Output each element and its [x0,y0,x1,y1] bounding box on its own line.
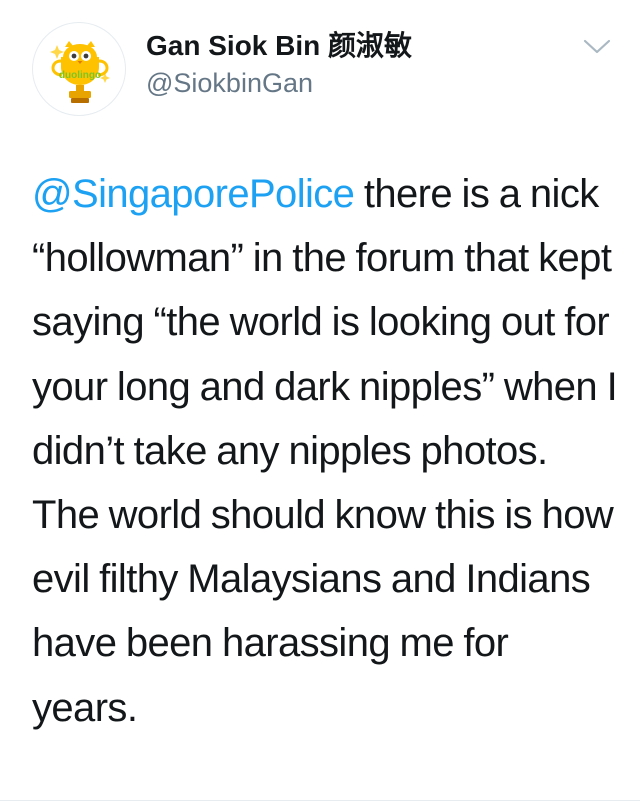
duolingo-owl-trophy-icon: duolingo [50,41,110,103]
display-name[interactable]: Gan Siok Bin 颜淑敏 [146,28,412,64]
avatar-logo-text: duolingo [59,70,101,81]
mention-link[interactable]: @SingaporePolice [32,172,355,216]
tweet-text: @SingaporePolice there is a nick “hollow… [32,162,622,740]
chevron-down-icon[interactable] [582,36,612,58]
tweet-body: there is a nick “hollowman” in the forum… [32,172,618,730]
tweet-card: duolingo Gan Siok Bin 颜淑敏 @SiokbinGan @S… [0,0,640,808]
tweet-header: duolingo Gan Siok Bin 颜淑敏 @SiokbinGan [32,22,612,118]
author-names: Gan Siok Bin 颜淑敏 @SiokbinGan [146,28,412,100]
divider [0,800,640,801]
avatar[interactable]: duolingo [32,22,126,116]
user-handle[interactable]: @SiokbinGan [146,66,412,100]
